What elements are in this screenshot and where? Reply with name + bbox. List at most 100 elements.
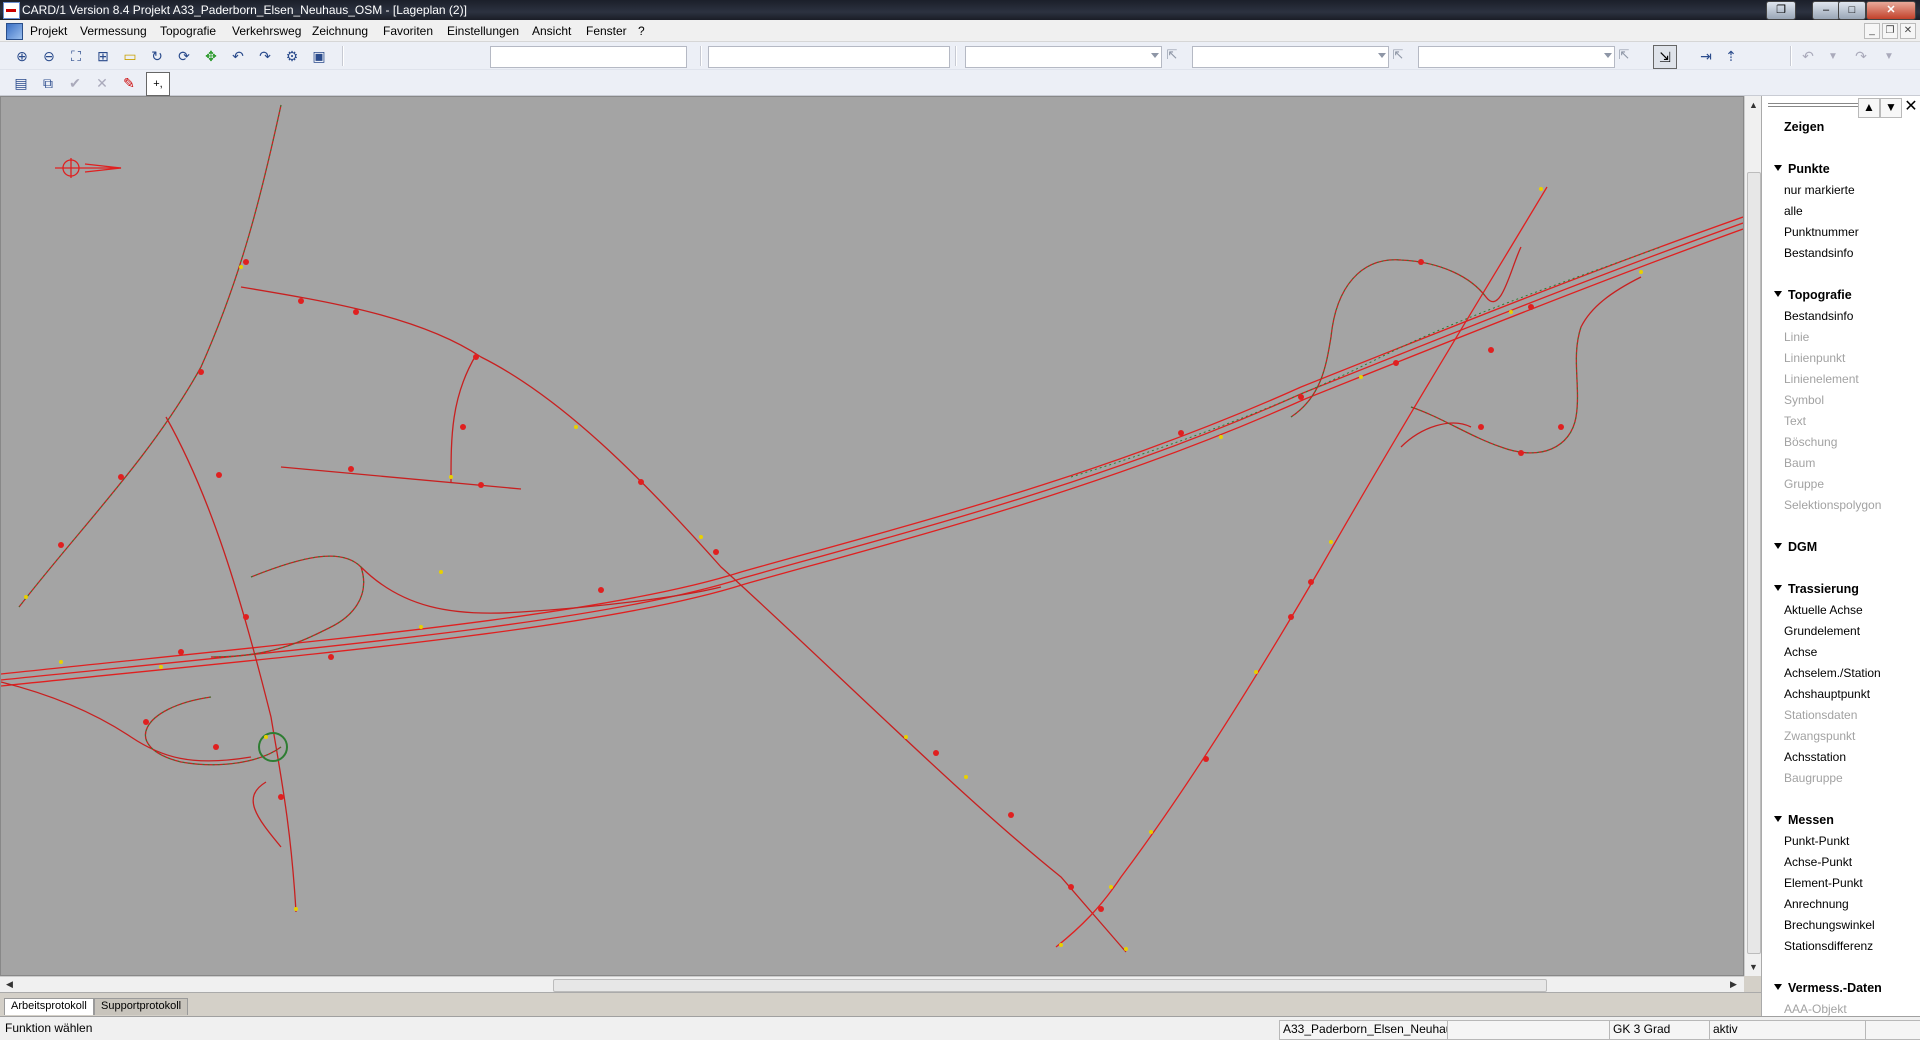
panel-item[interactable]: Achse-Punkt: [1784, 855, 1852, 869]
panel-section-messen[interactable]: Messen: [1774, 813, 1834, 827]
mdi-close-button[interactable]: ✕: [1900, 23, 1916, 39]
menu-fenster[interactable]: Fenster: [586, 24, 627, 38]
protocol-tabs: Arbeitsprotokoll Supportprotokoll: [0, 992, 1761, 1015]
menu-vermessung[interactable]: Vermessung: [80, 24, 147, 38]
redo-dropdown-icon[interactable]: ▼: [1878, 45, 1900, 67]
panel-item[interactable]: Bestandsinfo: [1784, 246, 1853, 260]
tab-arbeitsprotokoll[interactable]: Arbeitsprotokoll: [4, 998, 94, 1015]
delete-icon[interactable]: ✕: [91, 72, 113, 94]
motorway-axis: [1, 216, 1743, 687]
zoom-in-icon[interactable]: ⊕: [11, 45, 33, 67]
mdi-restore-button[interactable]: ❐: [1882, 23, 1898, 39]
panel-item: Baugruppe: [1784, 771, 1843, 785]
panel-item[interactable]: Stationsdifferenz: [1784, 939, 1873, 953]
pan-icon[interactable]: ✥: [200, 45, 222, 67]
mdi-minimize-button[interactable]: _: [1864, 23, 1880, 39]
panel-item[interactable]: nur markierte: [1784, 183, 1855, 197]
pick-cursor-icon-1[interactable]: ⇱: [1164, 47, 1180, 65]
drawing-canvas[interactable]: [0, 96, 1744, 976]
pick-cursor-icon-3[interactable]: ⇱: [1616, 47, 1632, 65]
panel-section-trassierung[interactable]: Trassierung: [1774, 582, 1859, 596]
panel-section-punkte[interactable]: Punkte: [1774, 162, 1830, 176]
undo-icon[interactable]: ↶: [1797, 45, 1819, 67]
panel-section-vermess-daten[interactable]: Vermess.-Daten: [1774, 981, 1882, 995]
undo-view-icon[interactable]: ↶: [227, 45, 249, 67]
north-arrow-icon: [55, 158, 122, 178]
panel-item[interactable]: Aktuelle Achse: [1784, 603, 1863, 617]
filter-combo-2[interactable]: [1192, 46, 1389, 68]
redo-icon[interactable]: ↷: [1850, 45, 1872, 67]
add-point-icon[interactable]: +,: [146, 72, 170, 96]
collapse-triangle-icon: [1774, 984, 1782, 990]
redo-view-icon[interactable]: ↷: [254, 45, 276, 67]
select-mode-icon[interactable]: ⇲: [1653, 45, 1677, 69]
import-icon[interactable]: ⇥: [1695, 45, 1717, 67]
menu-ansicht[interactable]: Ansicht: [532, 24, 571, 38]
panel-item[interactable]: Anrechnung: [1784, 897, 1849, 911]
status-project: A33_Paderborn_Elsen_Neuhau: [1279, 1020, 1450, 1040]
copy-window-icon[interactable]: ⧉: [37, 72, 59, 94]
panel-item[interactable]: Punktnummer: [1784, 225, 1859, 239]
app-icon: [3, 2, 20, 19]
filter-combo-1[interactable]: [965, 46, 1162, 68]
panel-item[interactable]: Achselem./Station: [1784, 666, 1881, 680]
horizontal-scrollbar[interactable]: ◀ ▶: [0, 976, 1744, 992]
menu-einstellungen[interactable]: Einstellungen: [447, 24, 519, 38]
undo-dropdown-icon[interactable]: ▼: [1822, 45, 1844, 67]
edit-toolbar: ▤ ⧉ ✔ ✕ ✎ +,: [0, 70, 1920, 96]
minimize-button[interactable]: –: [1812, 1, 1840, 20]
menu-projekt[interactable]: Projekt: [30, 24, 67, 38]
scroll-left-icon[interactable]: ◀: [6, 979, 13, 990]
panel-up-button[interactable]: ▲: [1858, 98, 1880, 118]
pen-icon[interactable]: ✎: [118, 72, 140, 94]
menu-help[interactable]: ?: [638, 24, 645, 38]
rectangle-select-icon[interactable]: ▭: [119, 45, 141, 67]
panel-item[interactable]: Punkt-Punkt: [1784, 834, 1849, 848]
panel-item[interactable]: Achsstation: [1784, 750, 1846, 764]
panel-dropdown-button[interactable]: ▼: [1880, 98, 1902, 118]
menu-favoriten[interactable]: Favoriten: [383, 24, 433, 38]
layer-settings-icon[interactable]: ⚙: [281, 45, 303, 67]
panel-item[interactable]: alle: [1784, 204, 1803, 218]
zoom-extents-icon[interactable]: ⛶: [65, 45, 87, 67]
panel-section-label: Punkte: [1788, 162, 1830, 176]
restore-window-icon[interactable]: ❐: [1766, 1, 1796, 20]
export-icon[interactable]: ⇡: [1720, 45, 1742, 67]
scroll-right-icon[interactable]: ▶: [1730, 979, 1737, 990]
panel-close-icon[interactable]: ✕: [1901, 98, 1920, 116]
scroll-down-icon[interactable]: ▼: [1749, 962, 1758, 972]
redraw-icon[interactable]: ⟳: [173, 45, 195, 67]
document-icon[interactable]: [6, 23, 23, 40]
pick-cursor-icon-2[interactable]: ⇱: [1390, 47, 1406, 65]
scroll-up-icon[interactable]: ▲: [1749, 100, 1758, 110]
site-plan-drawing[interactable]: [1, 97, 1743, 975]
panel-item[interactable]: Element-Punkt: [1784, 876, 1863, 890]
search-input-2[interactable]: [708, 46, 950, 68]
menu-zeichnung[interactable]: Zeichnung: [312, 24, 368, 38]
filter-combo-3[interactable]: [1418, 46, 1615, 68]
refresh-icon[interactable]: ↻: [146, 45, 168, 67]
panel-grip[interactable]: [1768, 103, 1868, 107]
panel-item[interactable]: Achshauptpunkt: [1784, 687, 1870, 701]
new-window-icon[interactable]: ▤: [10, 72, 32, 94]
panel-section-topografie[interactable]: Topografie: [1774, 288, 1852, 302]
close-button[interactable]: ✕: [1866, 1, 1916, 20]
zoom-window-icon[interactable]: ⊞: [92, 45, 114, 67]
menu-verkehrsweg[interactable]: Verkehrsweg: [232, 24, 301, 38]
panel-item[interactable]: Brechungswinkel: [1784, 918, 1875, 932]
check-icon[interactable]: ✔: [64, 72, 86, 94]
tab-supportprotokoll[interactable]: Supportprotokoll: [94, 998, 189, 1015]
maximize-button[interactable]: □: [1838, 1, 1866, 20]
panel-item[interactable]: Bestandsinfo: [1784, 309, 1853, 323]
panel-item[interactable]: Achse: [1784, 645, 1817, 659]
window-settings-icon[interactable]: ▣: [308, 45, 330, 67]
panel-item[interactable]: Grundelement: [1784, 624, 1860, 638]
chevron-down-icon: [1604, 53, 1612, 58]
zoom-out-icon[interactable]: ⊖: [38, 45, 60, 67]
panel-section-dgm[interactable]: DGM: [1774, 540, 1817, 554]
search-input-1[interactable]: [490, 46, 687, 68]
menu-topografie[interactable]: Topografie: [160, 24, 216, 38]
horizontal-scroll-thumb[interactable]: [553, 979, 1547, 992]
vertical-scrollbar[interactable]: ▲ ▼: [1744, 96, 1761, 976]
vertical-scroll-thumb[interactable]: [1747, 172, 1761, 954]
